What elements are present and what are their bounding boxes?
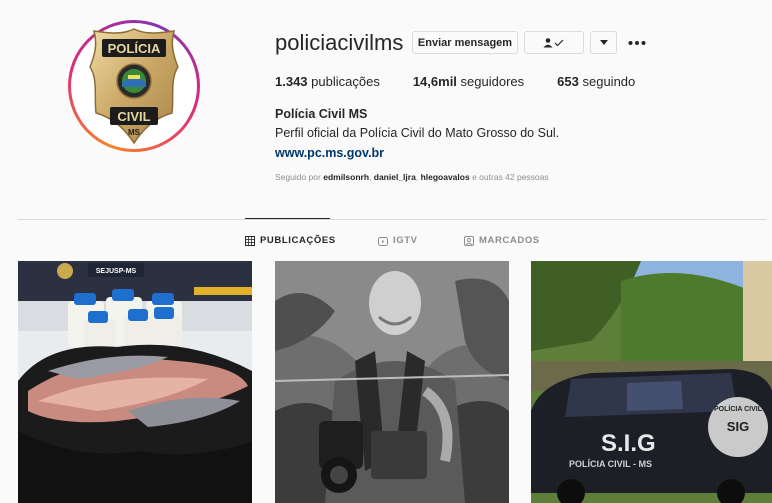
- post-thumbnail[interactable]: S.I.G POLÍCIA CIVIL - MS POLÍCIA CIVIL S…: [531, 261, 772, 503]
- profile-website-link[interactable]: www.pc.ms.gov.br: [275, 146, 384, 160]
- follower-name[interactable]: edmilsonrh: [323, 172, 369, 182]
- follower-name[interactable]: daniel_ljra: [374, 172, 416, 182]
- following-count: 653: [557, 74, 579, 89]
- followed-by-text[interactable]: Seguido por edmilsonrh, daniel_ljra, hle…: [275, 172, 549, 182]
- followers-count: 14,6mil: [412, 74, 457, 89]
- profile-stats: 1.343 publicações 14,6mil seguidores 653…: [275, 74, 668, 89]
- post-sign-text: SEJUSP-MS: [96, 268, 137, 275]
- follower-name[interactable]: hlegoavalos: [421, 172, 470, 182]
- tab-label: MARCADOS: [479, 235, 540, 246]
- person-check-icon: [543, 37, 564, 47]
- police-vehicle-photo: S.I.G POLÍCIA CIVIL - MS POLÍCIA CIVIL S…: [531, 261, 772, 503]
- posts-stat: 1.343 publicações: [275, 74, 380, 89]
- avatar[interactable]: POLÍCIA CIVIL MS: [75, 27, 193, 145]
- posts-count: 1.343: [275, 74, 308, 89]
- tab-posts[interactable]: PUBLICAÇÕES: [245, 235, 336, 246]
- tab-igtv[interactable]: IGTV: [378, 235, 418, 246]
- tab-label: IGTV: [393, 235, 418, 246]
- more-dots-icon: [628, 41, 646, 45]
- followers-label: seguidores: [460, 74, 525, 89]
- profile-bio: Perfil oficial da Polícia Civil do Mato …: [275, 126, 560, 140]
- grid-icon: [245, 235, 255, 246]
- police-badge-logo: POLÍCIA CIVIL MS: [89, 28, 179, 145]
- tab-label: PUBLICAÇÕES: [260, 235, 336, 246]
- send-message-button[interactable]: Enviar mensagem: [412, 31, 518, 54]
- avatar-frame: POLÍCIA CIVIL MS: [71, 23, 197, 149]
- vehicle-badge-text: SIG: [727, 419, 749, 434]
- profile-username: policiacivilms: [275, 30, 404, 55]
- igtv-icon: [378, 236, 388, 246]
- avatar-bottom-text: CIVIL: [117, 109, 150, 124]
- profile-full-name: Polícia Civil MS: [275, 107, 368, 121]
- tab-tagged[interactable]: MARCADOS: [464, 235, 540, 246]
- vehicle-badge-ring-text: POLÍCIA CIVIL: [714, 404, 763, 413]
- profile-avatar-ring[interactable]: POLÍCIA CIVIL MS: [68, 20, 200, 152]
- active-tab-indicator: [245, 218, 330, 219]
- following-button[interactable]: [524, 31, 584, 54]
- vehicle-door-text: S.I.G: [601, 430, 656, 457]
- vehicle-door-subtext: POLÍCIA CIVIL - MS: [569, 459, 652, 469]
- tagged-icon: [464, 235, 474, 246]
- post-thumbnail[interactable]: SEJUSP-MS: [18, 261, 252, 503]
- options-icon[interactable]: [628, 34, 646, 50]
- avatar-top-text: POLÍCIA: [108, 41, 161, 56]
- followed-by-suffix: e outras 42 pessoas: [472, 172, 549, 182]
- caret-down-icon: [599, 39, 608, 45]
- tabs-divider: [18, 219, 766, 220]
- photographer-photo: [275, 261, 509, 503]
- suggested-accounts-button[interactable]: [590, 31, 617, 54]
- avatar-state-text: MS: [128, 128, 141, 137]
- following-label: seguindo: [582, 74, 636, 89]
- seized-fish-photo: SEJUSP-MS: [18, 261, 252, 503]
- followers-stat[interactable]: 14,6mil seguidores: [413, 74, 524, 89]
- posts-label: publicações: [311, 74, 380, 89]
- following-stat[interactable]: 653 seguindo: [557, 74, 635, 89]
- post-thumbnail[interactable]: [275, 261, 509, 503]
- followed-by-prefix: Seguido por: [275, 172, 321, 182]
